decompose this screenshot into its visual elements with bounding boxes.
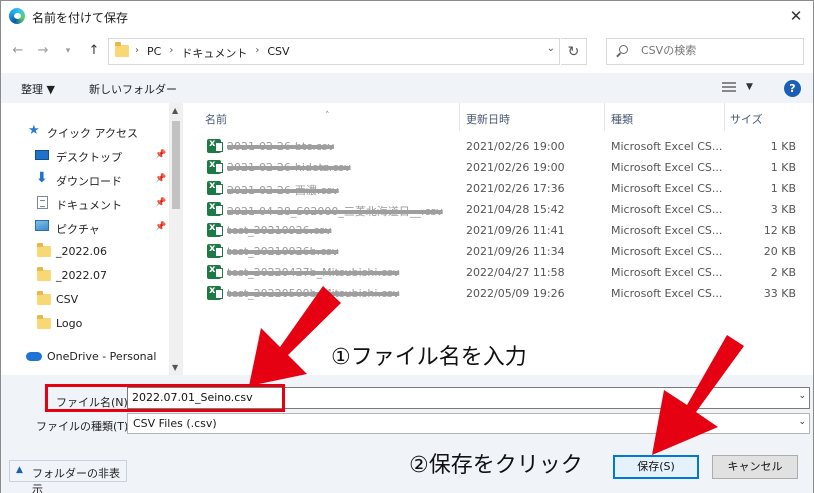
file-row[interactable]: 2021-02-26-hidetz.csv 2021/02/26 19:00 M… bbox=[183, 157, 813, 178]
title-bar: 名前を付けて保存 ✕ bbox=[1, 1, 813, 32]
breadcrumb-separator-icon: › bbox=[169, 45, 174, 56]
pin-icon: 📌 bbox=[155, 150, 167, 160]
cloud-icon bbox=[26, 352, 42, 361]
desktop-icon bbox=[35, 150, 49, 160]
star-icon: ★ bbox=[28, 123, 40, 138]
excel-csv-file-icon bbox=[207, 159, 223, 174]
navigation-pane: ★ クイック アクセス デスクトップ 📌 ⬇ ダウンロード 📌 ドキュメント 📌… bbox=[1, 103, 183, 375]
file-row[interactable]: test_20210926b.csv 2021/09/26 11:34 Micr… bbox=[183, 241, 813, 262]
save-button[interactable]: 保存(S) bbox=[613, 455, 699, 479]
nav-item-2022-07[interactable]: _2022.07 bbox=[1, 265, 169, 287]
view-details-icon[interactable] bbox=[722, 82, 736, 94]
nav-item-downloads[interactable]: ⬇ ダウンロード 📌 bbox=[1, 169, 169, 191]
folder-icon bbox=[37, 243, 51, 257]
excel-csv-file-icon bbox=[207, 222, 223, 237]
document-icon bbox=[37, 196, 48, 209]
breadcrumb-documents[interactable]: ドキュメント bbox=[181, 45, 247, 61]
refresh-icon[interactable]: ↻ bbox=[561, 38, 587, 65]
chevron-down-icon[interactable]: ⌄ bbox=[798, 417, 806, 427]
folder-icon bbox=[115, 42, 129, 57]
pin-icon: 📌 bbox=[155, 222, 167, 232]
save-form-area: ファイル名(N): ⌄ ファイルの種類(T): CSV Files (.csv)… bbox=[1, 375, 813, 493]
toolbar: 整理 ▼ 新しいフォルダー ▼ ? bbox=[1, 73, 813, 103]
download-icon: ⬇ bbox=[36, 170, 48, 186]
search-input[interactable] bbox=[641, 44, 791, 57]
file-list: 名前 ˄ 更新日時 種類 サイズ 2021-02-26-btc.csv 2021… bbox=[183, 103, 813, 375]
pictures-icon bbox=[35, 220, 49, 231]
back-arrow-icon[interactable]: ← bbox=[9, 42, 27, 60]
nav-item-documents[interactable]: ドキュメント 📌 bbox=[1, 193, 169, 215]
address-bar[interactable]: › PC › ドキュメント › CSV ⌄ bbox=[108, 38, 560, 65]
pin-icon: 📌 bbox=[155, 198, 167, 208]
up-arrow-icon[interactable]: ↑ bbox=[85, 42, 103, 60]
excel-csv-file-icon bbox=[207, 264, 223, 279]
nav-scrollbar[interactable]: ▲ ▼ bbox=[169, 103, 183, 375]
organize-menu-button[interactable]: 整理 ▼ bbox=[21, 81, 55, 97]
chevron-up-icon: ▲ bbox=[16, 465, 23, 475]
column-header-size[interactable]: サイズ bbox=[725, 103, 805, 131]
filetype-select[interactable]: CSV Files (.csv) ⌄ bbox=[127, 413, 810, 434]
new-folder-button[interactable]: 新しいフォルダー bbox=[89, 81, 177, 97]
edge-app-icon bbox=[9, 8, 25, 24]
recent-locations-chevron-icon[interactable]: ▾ bbox=[59, 42, 77, 60]
search-box[interactable] bbox=[606, 38, 804, 65]
excel-csv-file-icon bbox=[207, 180, 223, 195]
sort-ascending-icon: ˄ bbox=[325, 111, 330, 121]
search-icon bbox=[619, 45, 628, 54]
excel-csv-file-icon bbox=[207, 243, 223, 258]
excel-csv-file-icon bbox=[207, 201, 223, 216]
filetype-label: ファイルの種類(T): bbox=[36, 420, 133, 433]
scroll-down-icon[interactable]: ▼ bbox=[172, 363, 178, 372]
save-as-dialog: 名前を付けて保存 ✕ ← → ▾ ↑ › PC › ドキュメント › CSV ⌄… bbox=[0, 0, 814, 493]
folder-icon bbox=[37, 267, 51, 281]
scroll-up-icon[interactable]: ▲ bbox=[172, 106, 178, 115]
help-icon[interactable]: ? bbox=[784, 80, 801, 97]
column-header-name[interactable]: 名前 ˄ bbox=[183, 103, 459, 131]
cancel-button[interactable]: キャンセル bbox=[712, 455, 798, 479]
file-row[interactable]: 2021-02-26-btc.csv 2021/02/26 19:00 Micr… bbox=[183, 136, 813, 157]
file-row[interactable]: test_20220509b_Mitsubishi.csv 2022/05/09… bbox=[183, 283, 813, 304]
close-icon[interactable]: ✕ bbox=[785, 5, 807, 27]
excel-csv-file-icon bbox=[207, 138, 223, 153]
column-header-type[interactable]: 種類 bbox=[605, 103, 725, 131]
window-title: 名前を付けて保存 bbox=[32, 11, 129, 25]
pin-icon: 📌 bbox=[155, 174, 167, 184]
breadcrumb-separator-icon: › bbox=[135, 45, 139, 56]
folder-icon bbox=[37, 315, 51, 329]
nav-item-logo[interactable]: Logo bbox=[1, 313, 169, 335]
nav-item-onedrive[interactable]: OneDrive - Personal bbox=[1, 346, 169, 368]
hide-folders-button[interactable]: ▲ フォルダーの非表示 bbox=[9, 460, 127, 493]
file-row[interactable]: test_20220427b_Mitsubishi.csv 2022/04/27… bbox=[183, 262, 813, 283]
folder-icon bbox=[37, 291, 51, 305]
filename-highlight-box bbox=[45, 384, 285, 412]
breadcrumb-csv[interactable]: CSV bbox=[267, 45, 289, 61]
file-row[interactable]: 2021-02-26-西濃.csv 2021/02/26 17:36 Micro… bbox=[183, 178, 813, 199]
breadcrumb-pc[interactable]: PC bbox=[147, 45, 161, 61]
breadcrumb-separator-icon: › bbox=[255, 45, 260, 56]
view-options-chevron-icon[interactable]: ▼ bbox=[746, 82, 753, 92]
annotation-step-2: ②保存をクリック bbox=[409, 453, 583, 478]
scrollbar-thumb[interactable] bbox=[172, 121, 180, 209]
nav-quick-access[interactable]: ★ クイック アクセス bbox=[1, 121, 169, 143]
column-header-date[interactable]: 更新日時 bbox=[460, 103, 604, 131]
nav-item-desktop[interactable]: デスクトップ 📌 bbox=[1, 145, 169, 167]
file-row[interactable]: 2021-04-28_S02000_三菱北海道日__.csv 2021/04/2… bbox=[183, 199, 813, 220]
excel-csv-file-icon bbox=[207, 285, 223, 300]
nav-item-pictures[interactable]: ピクチャ 📌 bbox=[1, 217, 169, 239]
nav-item-2022-06[interactable]: _2022.06 bbox=[1, 241, 169, 263]
breadcrumb: › PC › ドキュメント › CSV bbox=[135, 45, 290, 61]
chevron-down-icon[interactable]: ⌄ bbox=[547, 43, 555, 54]
file-row[interactable]: test_20210926.csv 2021/09/26 11:41 Micro… bbox=[183, 220, 813, 241]
nav-item-csv[interactable]: CSV bbox=[1, 289, 169, 311]
chevron-down-icon[interactable]: ⌄ bbox=[798, 391, 806, 401]
annotation-step-1: ①ファイル名を入力 bbox=[331, 345, 527, 370]
forward-arrow-icon[interactable]: → bbox=[34, 42, 52, 60]
